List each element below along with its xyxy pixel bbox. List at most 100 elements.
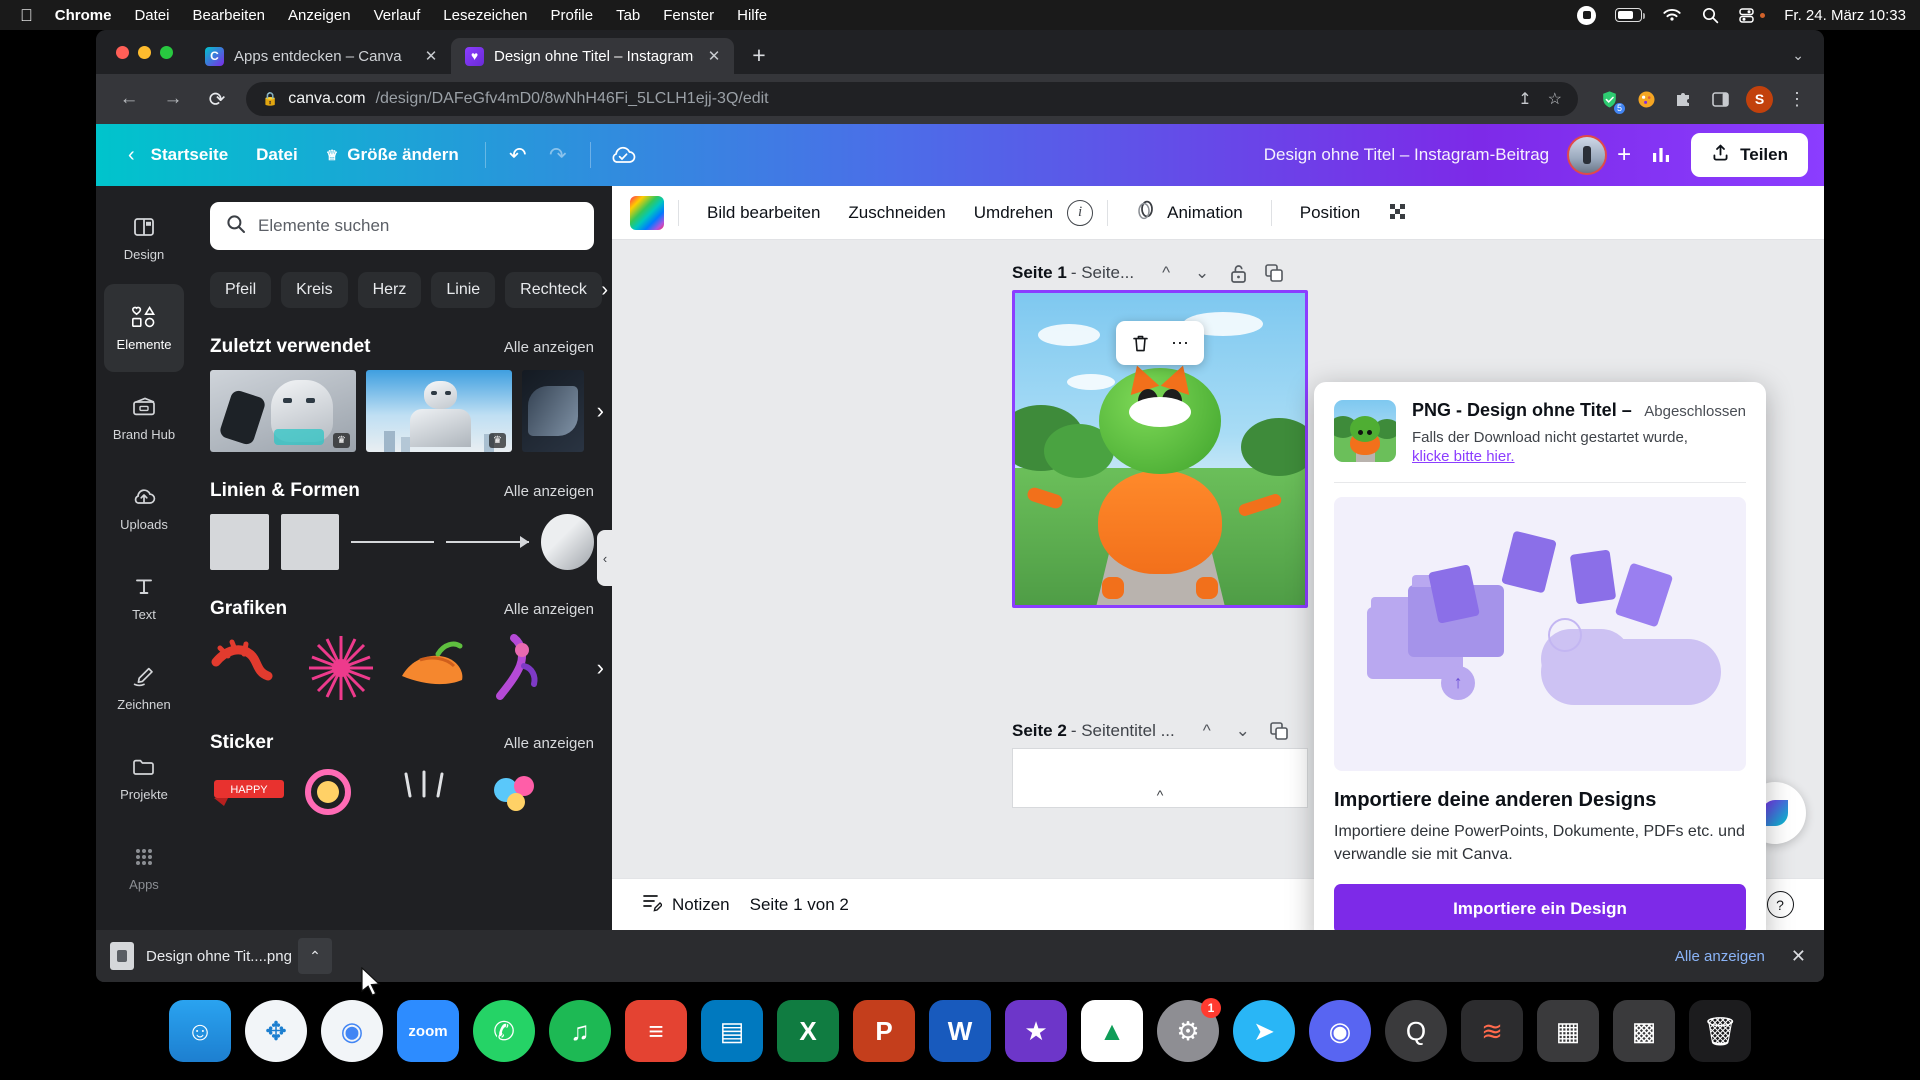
document-title[interactable]: Design ohne Titel – Instagram-Beitrag bbox=[1264, 145, 1549, 165]
menu-item-verlauf[interactable]: Verlauf bbox=[374, 7, 421, 24]
back-chevron-icon[interactable]: ‹ bbox=[114, 136, 137, 175]
apple-logo-icon[interactable]:  bbox=[20, 7, 33, 24]
dock-word[interactable]: W bbox=[929, 1000, 991, 1062]
home-button[interactable]: Startseite bbox=[137, 137, 242, 173]
battery-icon[interactable] bbox=[1615, 8, 1646, 22]
dock-excel[interactable]: X bbox=[777, 1000, 839, 1062]
dock-spotify[interactable]: ♫ bbox=[549, 1000, 611, 1062]
sticker-sparkle-lines[interactable] bbox=[394, 766, 472, 820]
page-down-icon[interactable]: ⌄ bbox=[1184, 257, 1220, 289]
color-swatch[interactable] bbox=[630, 195, 664, 230]
unlock-icon[interactable] bbox=[1220, 257, 1256, 289]
tab-search-chevron-down-icon[interactable]: ⌄ bbox=[1792, 47, 1804, 64]
dock-stack-1[interactable]: ▦ bbox=[1537, 1000, 1599, 1062]
graphic-orange-leaf[interactable] bbox=[394, 632, 472, 704]
dock-telegram[interactable]: ➤ bbox=[1233, 1000, 1295, 1062]
edit-image-button[interactable]: Bild bearbeiten bbox=[693, 195, 834, 231]
download-menu-caret-icon[interactable]: ⌃ bbox=[297, 938, 332, 974]
shape-circle[interactable] bbox=[541, 514, 595, 570]
close-tab-button[interactable]: ✕ bbox=[421, 46, 441, 66]
dock-finder[interactable]: ☺ bbox=[169, 1000, 231, 1062]
sticker-colorful[interactable] bbox=[486, 766, 564, 820]
show-all-link[interactable]: Alle anzeigen bbox=[504, 339, 594, 356]
graphic-red-figure[interactable] bbox=[210, 632, 288, 704]
show-all-link[interactable]: Alle anzeigen bbox=[504, 483, 594, 500]
download-item[interactable]: Design ohne Tit....png bbox=[110, 942, 292, 970]
recent-next-button[interactable]: › bbox=[597, 398, 604, 424]
menu-item-lesezeichen[interactable]: Lesezeichen bbox=[443, 7, 527, 24]
menu-item-datei[interactable]: Datei bbox=[134, 7, 169, 24]
notes-button[interactable]: Notizen bbox=[632, 886, 740, 923]
sidebar-item-brand-hub[interactable]: Brand Hub bbox=[104, 374, 184, 462]
dock-app-star[interactable]: ★ bbox=[1005, 1000, 1067, 1062]
page-canvas-1[interactable]: ⋯ bbox=[1012, 290, 1308, 608]
sidebar-item-text[interactable]: Text bbox=[104, 554, 184, 642]
dock-quicktime[interactable]: Q bbox=[1385, 1000, 1447, 1062]
dock-stack-2[interactable]: ▩ bbox=[1613, 1000, 1675, 1062]
menu-item-fenster[interactable]: Fenster bbox=[663, 7, 714, 24]
thumbnail-robot-1[interactable]: ♛ bbox=[210, 370, 356, 452]
wifi-icon[interactable] bbox=[1661, 7, 1683, 23]
redo-icon[interactable]: ↷ bbox=[538, 135, 578, 175]
transparency-icon[interactable] bbox=[1374, 194, 1424, 232]
page-subtitle[interactable]: - Seitentitel ... bbox=[1071, 721, 1175, 741]
sidebar-item-uploads[interactable]: Uploads bbox=[104, 464, 184, 552]
download-retry-link[interactable]: klicke bitte hier. bbox=[1412, 448, 1515, 465]
search-icon[interactable] bbox=[1702, 7, 1719, 24]
graphic-pink-burst[interactable] bbox=[302, 632, 380, 704]
page-indicator[interactable]: Seite 1 von 2 bbox=[740, 889, 859, 921]
collaborator-avatar[interactable] bbox=[1567, 135, 1608, 175]
shape-arrow[interactable] bbox=[446, 514, 530, 570]
chip-linie[interactable]: Linie bbox=[431, 272, 496, 308]
undo-icon[interactable]: ↶ bbox=[498, 135, 538, 175]
info-icon[interactable]: i bbox=[1067, 199, 1094, 226]
dock-whatsapp[interactable]: ✆ bbox=[473, 1000, 535, 1062]
page-up-icon[interactable]: ^ bbox=[1189, 715, 1225, 747]
browser-tab-1[interactable]: C Apps entdecken – Canva ✕ bbox=[191, 38, 451, 74]
page-subtitle[interactable]: - Seite... bbox=[1071, 263, 1134, 283]
share-button[interactable]: Teilen bbox=[1691, 133, 1808, 177]
reload-button[interactable]: ⟳ bbox=[202, 84, 232, 114]
more-dots-icon[interactable]: ⋯ bbox=[1160, 327, 1200, 359]
sidebar-item-design[interactable]: Design bbox=[104, 194, 184, 282]
thumbnail-robot-2[interactable]: ♛ bbox=[366, 370, 512, 452]
shape-square-2[interactable] bbox=[280, 514, 340, 570]
dock-google-drive[interactable]: ▲ bbox=[1081, 1000, 1143, 1062]
close-tab-button[interactable]: ✕ bbox=[704, 46, 724, 66]
dock-trello[interactable]: ▤ bbox=[701, 1000, 763, 1062]
new-tab-button[interactable]: + bbox=[742, 38, 776, 72]
animation-button[interactable]: Animation bbox=[1122, 192, 1257, 234]
maximize-window-button[interactable] bbox=[160, 45, 173, 59]
minimize-window-button[interactable] bbox=[138, 45, 151, 59]
profile-avatar[interactable]: S bbox=[1746, 85, 1773, 113]
menu-item-tab[interactable]: Tab bbox=[616, 7, 640, 24]
sidebar-item-projekte[interactable]: Projekte bbox=[104, 734, 184, 822]
side-panel-icon[interactable] bbox=[1709, 88, 1731, 110]
puzzle-extension-icon[interactable] bbox=[1672, 88, 1694, 110]
show-all-link[interactable]: Alle anzeigen bbox=[504, 601, 594, 618]
chip-herz[interactable]: Herz bbox=[357, 272, 422, 308]
dock-powerpoint[interactable]: P bbox=[853, 1000, 915, 1062]
flip-button[interactable]: Umdrehen bbox=[960, 195, 1067, 231]
position-button[interactable]: Position bbox=[1286, 195, 1374, 231]
dock-todoist[interactable]: ≡ bbox=[625, 1000, 687, 1062]
graphic-purple-figure[interactable] bbox=[486, 632, 564, 704]
chevron-up-icon[interactable]: ^ bbox=[1157, 787, 1164, 803]
page-down-icon[interactable]: ⌄ bbox=[1225, 715, 1261, 747]
dock-chrome[interactable]: ◉ bbox=[321, 1000, 383, 1062]
graphics-next-button[interactable]: › bbox=[597, 655, 604, 681]
address-bar[interactable]: 🔒 canva.com/design/DAFeGfv4mD0/8wNhH46Fi… bbox=[246, 82, 1578, 116]
search-input[interactable]: Elemente suchen bbox=[210, 202, 594, 250]
menu-item-chrome[interactable]: Chrome bbox=[55, 7, 112, 24]
star-icon[interactable]: ☆ bbox=[1548, 89, 1562, 109]
close-shelf-button[interactable]: ✕ bbox=[1791, 946, 1806, 967]
close-window-button[interactable] bbox=[116, 45, 129, 59]
browser-tab-2[interactable]: ♥ Design ohne Titel – Instagram- ✕ bbox=[451, 38, 734, 74]
dock-safari[interactable]: ✥ bbox=[245, 1000, 307, 1062]
page-up-icon[interactable]: ^ bbox=[1148, 257, 1184, 289]
duplicate-icon[interactable] bbox=[1261, 715, 1297, 747]
menubar-clock[interactable]: Fr. 24. März 10:33 bbox=[1784, 7, 1906, 24]
menu-item-bearbeiten[interactable]: Bearbeiten bbox=[192, 7, 265, 24]
shape-square-1[interactable] bbox=[210, 514, 269, 570]
import-design-button[interactable]: Importiere ein Design bbox=[1334, 884, 1746, 935]
